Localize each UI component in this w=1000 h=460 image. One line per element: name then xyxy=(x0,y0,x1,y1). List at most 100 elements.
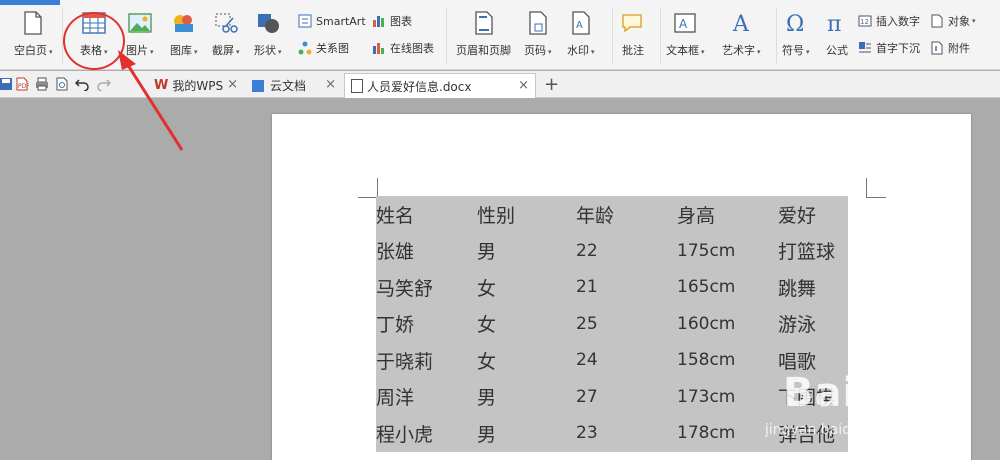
blank-page-button[interactable]: 空白页 ▾ xyxy=(14,10,53,58)
attachment-label: 附件 xyxy=(948,42,970,55)
table-cell[interactable]: 21 xyxy=(576,269,677,306)
table-cell[interactable]: 打篮球 xyxy=(778,233,848,270)
close-icon[interactable]: × xyxy=(325,77,336,92)
table-cell[interactable]: 男 xyxy=(477,233,576,270)
drop-cap-label: 首字下沉 xyxy=(876,42,920,55)
undo-icon[interactable] xyxy=(74,76,90,92)
table-cell[interactable]: 下围棋 xyxy=(778,379,848,416)
screenshot-label: 截屏 xyxy=(212,44,234,57)
table-cell[interactable]: 男 xyxy=(477,379,576,416)
page-number-button[interactable]: 页码 ▾ xyxy=(524,10,552,58)
table-cell[interactable]: 丁娇 xyxy=(376,306,477,343)
tab-document[interactable]: 人员爱好信息.docx × xyxy=(344,73,536,98)
redo-icon[interactable] xyxy=(96,76,112,92)
formula-button[interactable]: π 公式 xyxy=(824,10,850,58)
table-cell[interactable]: 唱歌 xyxy=(778,342,848,379)
table-cell[interactable]: 24 xyxy=(576,342,677,379)
svg-text:Ω: Ω xyxy=(786,12,804,34)
pi-icon: π xyxy=(824,10,850,36)
table-cell[interactable]: 女 xyxy=(477,269,576,306)
table-cell[interactable]: 165cm xyxy=(677,269,778,306)
new-tab-button[interactable]: + xyxy=(544,74,559,95)
watermark-button[interactable]: A 水印 ▾ xyxy=(567,10,595,58)
table-row[interactable]: 马笑舒女 21 165cm 跳舞 xyxy=(376,269,848,306)
table-cell[interactable]: 跳舞 xyxy=(778,269,848,306)
chart-button[interactable]: 图表 xyxy=(372,12,412,30)
table-cell[interactable]: 年龄 xyxy=(576,196,677,233)
table-row[interactable]: 程小虎男 23 178cm 弹吉他 xyxy=(376,415,848,452)
table-cell[interactable]: 158cm xyxy=(677,342,778,379)
ribbon: 空白页 ▾ 表格 ▾ 图片 ▾ 图库 ▾ 截屏 ▾ 形状 ▾ SmartArt … xyxy=(0,0,1000,70)
comment-label: 批注 xyxy=(622,44,644,57)
table-cell[interactable]: 姓名 xyxy=(376,196,477,233)
gallery-button[interactable]: 图库 ▾ xyxy=(170,10,198,58)
relation-icon xyxy=(298,41,312,55)
watermark-icon: A xyxy=(568,10,594,36)
omega-icon: Ω xyxy=(783,10,809,36)
svg-text:π: π xyxy=(827,12,841,34)
formula-label: 公式 xyxy=(826,44,848,57)
table-cell[interactable]: 弹吉他 xyxy=(778,415,848,452)
table-cell[interactable]: 男 xyxy=(477,415,576,452)
export-pdf-icon[interactable]: PDF xyxy=(14,76,30,92)
table-cell[interactable]: 张雄 xyxy=(376,233,477,270)
print-preview-icon[interactable] xyxy=(54,76,70,92)
comment-icon xyxy=(620,10,646,36)
document-page[interactable]: 姓名 性别 年龄 身高 爱好 张雄男 22 175cm 打篮球 马笑舒女 21 165cm 跳舞 丁娇女 2… xyxy=(272,114,971,460)
table-cell[interactable]: 程小虎 xyxy=(376,415,477,452)
table-cell[interactable]: 游泳 xyxy=(778,306,848,343)
table-cell[interactable]: 173cm xyxy=(677,379,778,416)
tab-cloud-docs[interactable]: 云文档 × xyxy=(246,73,342,98)
table-cell[interactable]: 女 xyxy=(477,342,576,379)
table-cell[interactable]: 马笑舒 xyxy=(376,269,477,306)
table-header-row[interactable]: 姓名 性别 年龄 身高 爱好 xyxy=(376,196,848,233)
data-table[interactable]: 姓名 性别 年龄 身高 爱好 张雄男 22 175cm 打篮球 马笑舒女 21 165cm 跳舞 丁娇女 2… xyxy=(376,196,848,460)
wordart-button[interactable]: A 艺术字 ▾ xyxy=(722,10,761,58)
shapes-button[interactable]: 形状 ▾ xyxy=(254,10,282,58)
insert-number-button[interactable]: 12 插入数字 xyxy=(858,12,920,30)
screenshot-button[interactable]: 截屏 ▾ xyxy=(212,10,240,58)
table-cell[interactable]: 178cm xyxy=(677,415,778,452)
comment-button[interactable]: 批注 xyxy=(620,10,646,58)
close-icon[interactable]: × xyxy=(518,78,529,93)
object-button[interactable]: 对象 ▾ xyxy=(930,12,976,30)
textbox-button[interactable]: A 文本框 ▾ xyxy=(666,10,705,58)
table-cell[interactable]: 身高 xyxy=(677,196,778,233)
save-icon[interactable] xyxy=(0,76,14,92)
tab-my-wps[interactable]: W 我的WPS × xyxy=(148,73,244,98)
table-cell[interactable]: 23 xyxy=(576,415,677,452)
margin-corner-left xyxy=(358,178,378,198)
table-cell[interactable]: 160cm xyxy=(677,306,778,343)
smartart-button[interactable]: SmartArt xyxy=(298,12,366,30)
header-footer-icon xyxy=(471,10,497,36)
symbol-button[interactable]: Ω 符号 ▾ xyxy=(782,10,810,58)
table-row[interactable]: 周洋男 27 173cm 下围棋 xyxy=(376,379,848,416)
chevron-down-icon: ▾ xyxy=(806,48,810,56)
close-icon[interactable]: × xyxy=(227,77,238,92)
table-cell[interactable]: 25 xyxy=(576,306,677,343)
online-chart-button[interactable]: 在线图表 xyxy=(372,39,434,57)
attachment-icon xyxy=(930,41,944,55)
picture-button[interactable]: 图片 ▾ xyxy=(126,10,154,58)
table-grid[interactable]: 姓名 性别 年龄 身高 爱好 张雄男 22 175cm 打篮球 马笑舒女 21 165cm 跳舞 丁娇女 2… xyxy=(376,196,848,452)
table-row[interactable]: 张雄男 22 175cm 打篮球 xyxy=(376,233,848,270)
table-row[interactable]: 丁娇女 25 160cm 游泳 xyxy=(376,306,848,343)
table-cell[interactable]: 27 xyxy=(576,379,677,416)
gallery-label: 图库 xyxy=(170,44,192,57)
relation-chart-button[interactable]: 关系图 xyxy=(298,39,349,57)
table-cell[interactable]: 性别 xyxy=(477,196,576,233)
table-cell[interactable]: 女 xyxy=(477,306,576,343)
textbox-icon: A xyxy=(672,10,698,36)
attachment-button[interactable]: 附件 xyxy=(930,39,970,57)
table-row[interactable]: 于晓莉女 24 158cm 唱歌 xyxy=(376,342,848,379)
chevron-down-icon: ▾ xyxy=(591,48,595,56)
drop-cap-button[interactable]: 首字下沉 xyxy=(858,39,920,57)
table-cell[interactable]: 175cm xyxy=(677,233,778,270)
table-cell[interactable]: 周洋 xyxy=(376,379,477,416)
header-footer-button[interactable]: 页眉和页脚 xyxy=(456,10,511,58)
print-icon[interactable] xyxy=(34,76,50,92)
group-separator xyxy=(446,8,447,64)
table-cell[interactable]: 22 xyxy=(576,233,677,270)
table-cell[interactable]: 爱好 xyxy=(778,196,848,233)
table-cell[interactable]: 于晓莉 xyxy=(376,342,477,379)
